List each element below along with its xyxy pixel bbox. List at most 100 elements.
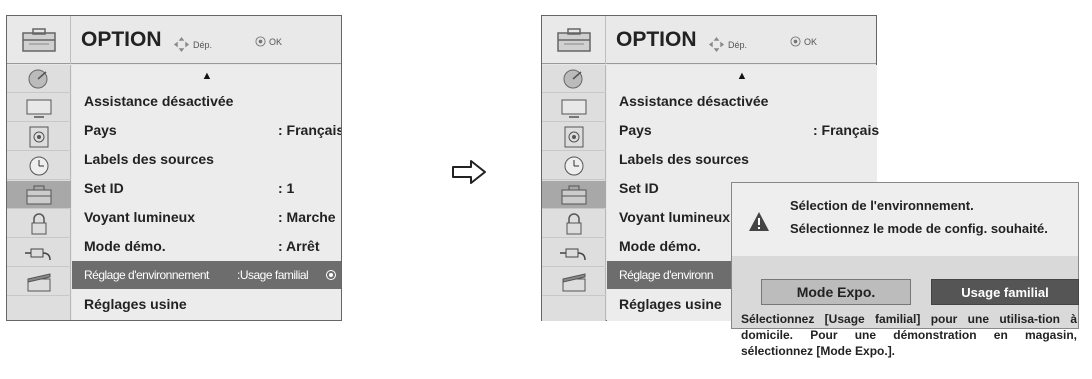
dpad-icon (708, 36, 725, 53)
menu-item-label: Labels des sources (619, 151, 749, 167)
dialog-description: Sélectionnez [Usage familial] pour une u… (741, 312, 1077, 358)
menu-item-value: : Français (813, 122, 880, 138)
menu-item-label: Set ID (619, 180, 659, 196)
input-plug-icon (560, 248, 586, 260)
sidebar-item-input[interactable] (7, 239, 71, 267)
dpad-icon (173, 36, 190, 53)
menu-item-label: Labels des sources (84, 151, 214, 167)
sidebar-item-usb[interactable] (7, 268, 71, 296)
dialog-header: Sélection de l'environnement. Sélectionn… (732, 183, 1078, 256)
dialog-title: Sélection de l'environnement. (790, 198, 974, 213)
ok-hint: OK (790, 36, 817, 47)
clock-icon (29, 156, 49, 175)
menu-item-label: Mode démo. (84, 238, 166, 254)
sidebar-item-audio[interactable] (542, 123, 606, 151)
menu-item-value: : Français (278, 122, 342, 138)
sidebar-item-picture[interactable] (542, 94, 606, 122)
menu-item-label: Set ID (84, 180, 124, 196)
lock-icon (31, 212, 47, 234)
move-hint: Dép. (173, 36, 212, 53)
menu-item-set-id[interactable]: Set ID : 1 (72, 174, 341, 202)
menu-item-label: Mode démo. (619, 238, 701, 254)
mode-expo-button[interactable]: Mode Expo. (761, 279, 911, 305)
ok-button-icon (790, 36, 801, 47)
clapperboard-icon (27, 272, 51, 291)
menu-item-value: : 1 (278, 180, 295, 196)
sidebar-item-time[interactable] (542, 152, 606, 180)
option-toolbox-icon (7, 16, 71, 64)
warning-icon (749, 212, 769, 231)
menu-header: OPTION Dép. OK (542, 16, 876, 64)
menu-item-label: Réglages usine (84, 296, 187, 312)
arrow-right-icon (452, 160, 486, 184)
menu-item-value: : Marche (278, 209, 336, 225)
monitor-icon (26, 99, 52, 118)
clapperboard-icon (562, 272, 586, 291)
scroll-up-indicator[interactable]: ▲ (72, 70, 341, 82)
sidebar-item-lock[interactable] (7, 210, 71, 238)
page-title: OPTION (81, 28, 162, 51)
menu-item-pays[interactable]: Pays : Français (72, 116, 342, 144)
move-hint-label: Dép. (193, 39, 213, 50)
monitor-icon (561, 99, 587, 118)
scroll-up-indicator[interactable]: ▲ (607, 70, 877, 82)
lock-icon (566, 212, 582, 234)
sidebar-item-picture[interactable] (7, 94, 71, 122)
menu-item-pays[interactable]: Pays : Français (607, 116, 880, 144)
option-toolbox-icon (561, 185, 587, 204)
menu-item-value: : Arrêt (278, 238, 320, 254)
dialog-subtitle: Sélectionnez le mode de config. souhaité… (790, 221, 1048, 236)
ok-button-icon (255, 36, 266, 47)
selected-radio-icon (326, 270, 336, 280)
ok-hint-label: OK (804, 36, 818, 47)
menu-item-label: Réglages usine (619, 296, 722, 312)
category-sidebar (542, 65, 606, 321)
sidebar-item-time[interactable] (7, 152, 71, 180)
move-hint-label: Dép. (728, 39, 748, 50)
move-hint: Dép. (708, 36, 747, 53)
sidebar-item-option[interactable] (7, 181, 71, 209)
clock-icon (564, 156, 584, 175)
menu-item-label: Voyant lumineux (619, 209, 730, 225)
sidebar-item-channel[interactable] (542, 65, 606, 93)
sidebar-item-lock[interactable] (542, 210, 606, 238)
option-toolbox-icon (26, 185, 52, 204)
menu-item-label: Voyant lumineux (84, 209, 195, 225)
menu-item-assistance[interactable]: Assistance désactivée (607, 87, 877, 115)
option-menu-panel-with-popup: OPTION Dép. OK ▲ Assistance désactivée P… (541, 15, 1079, 358)
menu-header: OPTION Dép. OK (7, 16, 341, 64)
menu-item-demo[interactable]: Mode démo. : Arrêt (72, 232, 341, 260)
ok-hint-label: OK (269, 36, 283, 47)
speaker-icon (29, 126, 49, 147)
satellite-dish-icon (28, 69, 48, 88)
menu-content: ▲ Assistance désactivée Pays : Français L… (72, 65, 342, 320)
menu-item-environment[interactable]: Réglage d'environnement :Usage familial (72, 261, 341, 289)
menu-item-assistance[interactable]: Assistance désactivée (72, 87, 341, 115)
menu-item-label: Réglage d'environn (619, 268, 714, 282)
menu-item-labels[interactable]: Labels des sources (607, 145, 877, 173)
sidebar-item-channel[interactable] (7, 65, 71, 93)
input-plug-icon (25, 248, 51, 260)
category-sidebar (7, 65, 71, 320)
environment-dialog: Sélection de l'environnement. Sélectionn… (731, 182, 1079, 358)
ok-hint: OK (255, 36, 282, 47)
menu-item-value: :Usage familial (237, 268, 309, 282)
option-menu-panel: OPTION Dép. OK ▲ Assistance désactivée P… (6, 15, 342, 321)
menu-item-label: Assistance désactivée (619, 93, 769, 109)
page-title: OPTION (616, 28, 697, 51)
option-toolbox-icon (542, 16, 606, 64)
sidebar-item-audio[interactable] (7, 123, 71, 151)
menu-item-label: Assistance désactivée (84, 93, 234, 109)
home-use-button[interactable]: Usage familial (931, 279, 1079, 305)
menu-item-labels[interactable]: Labels des sources (72, 145, 341, 173)
menu-item-factory-reset[interactable]: Réglages usine (72, 290, 341, 318)
speaker-icon (564, 126, 584, 147)
menu-item-label: Pays (619, 122, 652, 138)
satellite-dish-icon (563, 69, 583, 88)
sidebar-item-input[interactable] (542, 239, 606, 267)
menu-item-label: Pays (84, 122, 117, 138)
sidebar-item-option[interactable] (542, 181, 606, 209)
menu-item-voyant[interactable]: Voyant lumineux : Marche (72, 203, 341, 231)
sidebar-item-usb[interactable] (542, 268, 606, 296)
menu-item-label: Réglage d'environnement (84, 268, 209, 282)
